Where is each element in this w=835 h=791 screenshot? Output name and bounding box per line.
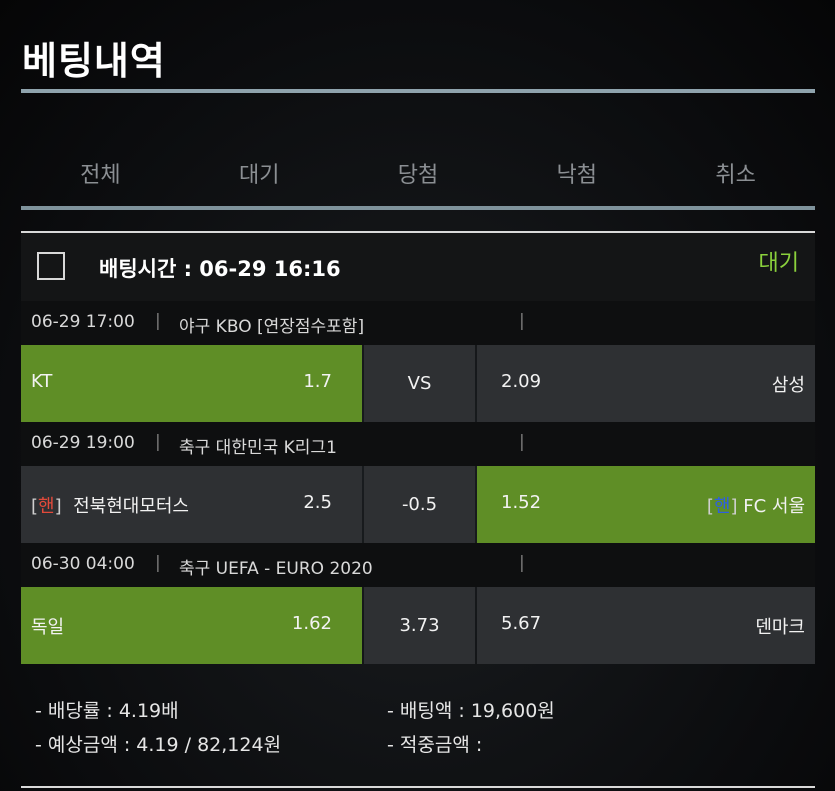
away-odd: 5.67: [501, 613, 542, 634]
home-odds-cell[interactable]: [핸] 전북현대모터스 2.5: [21, 466, 362, 543]
win-amount: - 적중금액 :: [387, 734, 483, 756]
separator: |: [155, 432, 161, 452]
home-odd: 1.7: [303, 371, 332, 392]
tab-won[interactable]: 당첨: [339, 150, 498, 206]
away-team-name: [핸] FC 서울: [707, 492, 805, 518]
bracket-open: [: [706, 496, 714, 517]
bracket-open: [: [31, 496, 39, 517]
home-team-name: [핸] 전북현대모터스: [31, 492, 189, 518]
odds-row: 독일 1.62 3.73 5.67 덴마크: [21, 587, 815, 664]
away-team-name: 덴마크: [755, 617, 805, 638]
home-odds-cell[interactable]: KT 1.7: [21, 345, 362, 422]
filter-tabs: 전체 대기 당첨 낙첨 취소: [21, 150, 815, 206]
bet-amount: - 배팅액 : 19,600원: [387, 700, 555, 722]
expected-amount: - 예상금액 : 4.19 / 82,124원: [35, 734, 282, 756]
match-league: 축구 UEFA - EURO 2020: [179, 559, 373, 579]
match-info: 06-29 17:00 | 야구 KBO [연장점수포함] |: [21, 301, 815, 345]
status-badge: 대기: [758, 251, 799, 276]
odds-row: [핸] 전북현대모터스 2.5 -0.5 1.52 [핸] FC 서울: [21, 466, 815, 543]
match-date: 06-29 19:00: [31, 433, 135, 453]
payout-rate: - 배당률 : 4.19배: [35, 700, 179, 722]
home-odd: 1.62: [291, 613, 332, 634]
page-title: 베팅내역: [22, 39, 166, 83]
tabs-divider: [21, 206, 815, 210]
bet-time: 배팅시간 : 06-29 16:16: [99, 257, 341, 281]
away-odds-cell[interactable]: 5.67 덴마크: [477, 587, 815, 664]
bet-card: 배팅시간 : 06-29 16:16 대기 06-29 17:00 | 야구 K…: [21, 231, 815, 664]
bracket-close: ]: [730, 496, 738, 517]
home-team-name: KT: [31, 371, 53, 392]
bracket-close: ]: [54, 496, 62, 517]
tab-cancelled[interactable]: 취소: [656, 150, 815, 206]
separator: |: [519, 553, 525, 573]
bottom-divider: [21, 786, 815, 788]
separator: |: [155, 311, 161, 331]
match-league: 야구 KBO [연장점수포함]: [179, 317, 365, 337]
tab-lost[interactable]: 낙첨: [497, 150, 656, 206]
match-league: 축구 대한민국 K리그1: [179, 438, 337, 458]
away-odds-cell[interactable]: 1.52 [핸] FC 서울: [477, 466, 815, 543]
away-odd: 1.52: [501, 492, 542, 513]
away-team-label: FC 서울: [743, 496, 805, 517]
tab-all[interactable]: 전체: [21, 150, 180, 206]
match-info: 06-30 04:00 | 축구 UEFA - EURO 2020 |: [21, 543, 815, 587]
away-odds-cell[interactable]: 2.09 삼성: [477, 345, 815, 422]
bet-summary: - 배당률 : 4.19배 - 배팅액 : 19,600원 - 예상금액 : 4…: [21, 680, 815, 770]
title-divider: [21, 89, 815, 93]
separator: |: [155, 553, 161, 573]
bet-header: 배팅시간 : 06-29 16:16 대기: [21, 233, 815, 301]
draw-odd-cell[interactable]: 3.73: [364, 587, 475, 664]
home-odd: 2.5: [303, 492, 332, 513]
tab-pending[interactable]: 대기: [180, 150, 339, 206]
away-team-name: 삼성: [771, 375, 805, 396]
separator: |: [519, 432, 525, 452]
bet-select-checkbox[interactable]: [37, 252, 65, 280]
odds-row: KT 1.7 VS 2.09 삼성: [21, 345, 815, 422]
match-date: 06-29 17:00: [31, 312, 135, 332]
handicap-cell: -0.5: [364, 466, 475, 543]
home-odds-cell[interactable]: 독일 1.62: [21, 587, 362, 664]
handicap-mark-home: 핸: [38, 496, 55, 517]
away-odd: 2.09: [501, 371, 542, 392]
match-info: 06-29 19:00 | 축구 대한민국 K리그1 |: [21, 422, 815, 466]
handicap-mark-away: 핸: [713, 496, 731, 517]
home-team-label: 전북현대모터스: [73, 496, 189, 517]
vs-cell: VS: [364, 345, 475, 422]
separator: |: [519, 311, 525, 331]
home-team-name: 독일: [31, 617, 65, 638]
match-date: 06-30 04:00: [31, 554, 135, 574]
